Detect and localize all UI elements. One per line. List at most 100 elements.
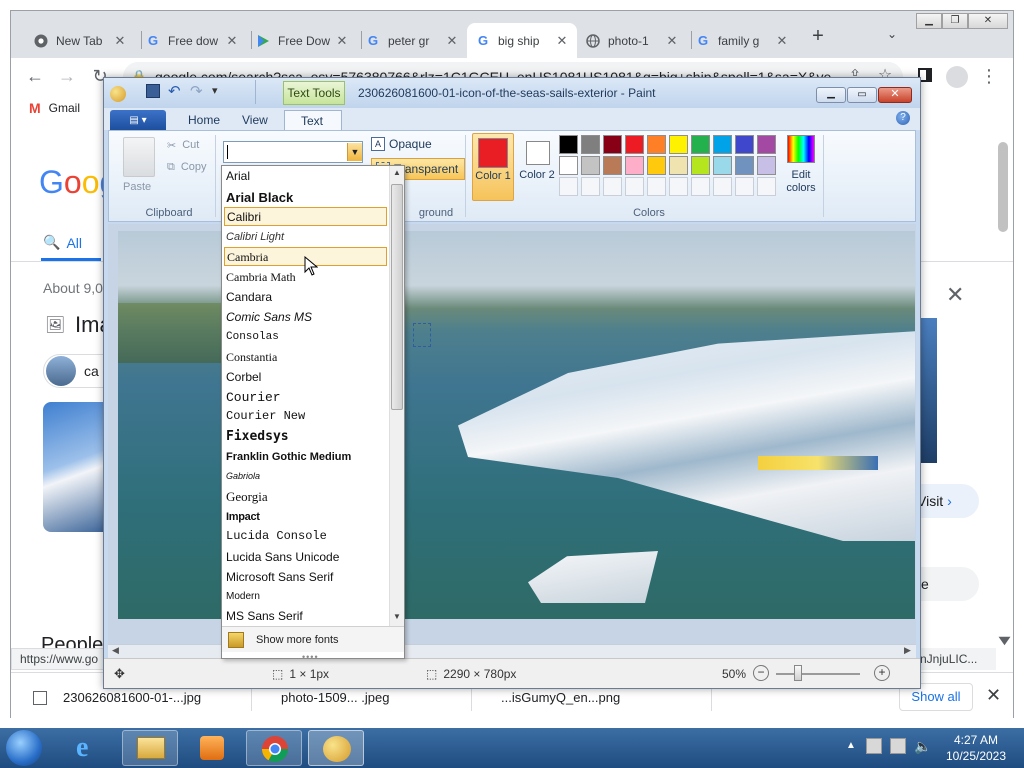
- close-window-button[interactable]: ✕: [878, 87, 912, 103]
- network-icon[interactable]: [890, 738, 906, 754]
- palette-swatch[interactable]: [647, 135, 666, 154]
- tab-peter-griffin[interactable]: G peter gr ✕: [357, 23, 467, 58]
- paint-taskbar-icon[interactable]: [308, 730, 364, 766]
- font-option[interactable]: Franklin Gothic Medium: [224, 448, 387, 467]
- edit-colors-button[interactable]: Edit colors: [781, 133, 821, 201]
- palette-swatch[interactable]: [691, 135, 710, 154]
- chevron-down-icon[interactable]: ▼: [347, 143, 362, 161]
- chevron-down-icon[interactable]: ⌄: [887, 27, 903, 43]
- page-scrollbar[interactable]: [998, 142, 1008, 232]
- close-icon[interactable]: ✕: [555, 33, 569, 49]
- forward-arrow-icon[interactable]: →: [55, 64, 79, 88]
- font-option[interactable]: Arial Black: [224, 188, 387, 207]
- media-player-icon[interactable]: [184, 730, 240, 766]
- tab-text[interactable]: Text: [284, 110, 342, 130]
- font-option[interactable]: Comic Sans MS: [224, 308, 387, 327]
- scroll-up-icon[interactable]: ▲: [393, 168, 401, 177]
- font-option[interactable]: Modern: [224, 587, 387, 606]
- font-option[interactable]: Consolas: [224, 328, 387, 347]
- tab-photo[interactable]: photo-1 ✕: [577, 23, 687, 58]
- close-icon[interactable]: ✕: [665, 33, 679, 49]
- palette-swatch[interactable]: [757, 177, 776, 196]
- save-icon[interactable]: [146, 84, 160, 98]
- font-option[interactable]: Gabriola: [224, 467, 387, 486]
- close-icon[interactable]: ✕: [445, 33, 459, 49]
- font-option[interactable]: Fixedsys: [224, 427, 387, 446]
- download-item[interactable]: photo-1509... .jpeg: [281, 690, 451, 705]
- file-explorer-icon[interactable]: [122, 730, 178, 766]
- download-item[interactable]: 230626081600-01-...jpg: [63, 690, 233, 705]
- minimize-button[interactable]: ▁: [816, 87, 846, 103]
- scroll-right-icon[interactable]: ▶: [904, 645, 911, 656]
- font-option[interactable]: Courier New: [224, 407, 387, 426]
- font-option[interactable]: Lucida Sans Unicode: [224, 548, 387, 567]
- palette-swatch[interactable]: [559, 135, 578, 154]
- zoom-slider-thumb[interactable]: [794, 665, 802, 681]
- paint-icon[interactable]: [110, 86, 126, 102]
- zoom-in-button[interactable]: +: [874, 665, 890, 681]
- font-option[interactable]: Arial: [224, 167, 387, 186]
- palette-swatch[interactable]: [581, 156, 600, 175]
- font-option[interactable]: Courier: [224, 388, 387, 407]
- palette-swatch[interactable]: [647, 156, 666, 175]
- scroll-left-icon[interactable]: ◀: [112, 645, 119, 656]
- palette-swatch[interactable]: [757, 135, 776, 154]
- zoom-out-button[interactable]: −: [753, 665, 769, 681]
- palette-swatch[interactable]: [625, 135, 644, 154]
- palette-swatch[interactable]: [625, 156, 644, 175]
- palette-swatch[interactable]: [669, 156, 688, 175]
- tab-big-ship[interactable]: G big ship ✕: [467, 23, 577, 58]
- close-icon[interactable]: ✕: [946, 282, 964, 308]
- palette-swatch[interactable]: [757, 156, 776, 175]
- download-item[interactable]: ...isGumyQ_en...png: [501, 690, 671, 705]
- font-name-input[interactable]: ▼: [223, 141, 363, 163]
- tab-new-tab[interactable]: New Tab ✕: [25, 23, 135, 58]
- minimize-button[interactable]: ▁: [916, 13, 942, 29]
- palette-swatch[interactable]: [603, 177, 622, 196]
- font-option[interactable]: Georgia: [224, 487, 387, 506]
- paint-menu-button[interactable]: ▤ ▾: [110, 110, 166, 130]
- palette-swatch[interactable]: [669, 177, 688, 196]
- tab-family-guy[interactable]: G family g ✕: [687, 23, 797, 58]
- cut-button[interactable]: ✂ Cut: [167, 139, 199, 152]
- tab-view[interactable]: View: [226, 110, 284, 130]
- palette-swatch[interactable]: [713, 156, 732, 175]
- palette-swatch[interactable]: [735, 135, 754, 154]
- font-option[interactable]: Lucida Console: [224, 527, 387, 546]
- font-option[interactable]: Impact: [224, 508, 387, 527]
- close-window-button[interactable]: ✕: [968, 13, 1008, 29]
- palette-swatch[interactable]: [559, 177, 578, 196]
- font-option[interactable]: Microsoft Sans Serif: [224, 568, 387, 587]
- close-icon[interactable]: ✕: [775, 33, 789, 49]
- opaque-button[interactable]: A Opaque: [371, 137, 432, 151]
- palette-swatch[interactable]: [581, 177, 600, 196]
- scrollbar-thumb[interactable]: [391, 184, 403, 410]
- font-option[interactable]: Calibri: [224, 207, 387, 226]
- palette-swatch[interactable]: [691, 156, 710, 175]
- copy-button[interactable]: ⧉ Copy: [167, 161, 207, 174]
- scroll-down-arrow[interactable]: [998, 636, 1011, 646]
- tab-free-download-2[interactable]: Free Dow ✕: [247, 23, 357, 58]
- font-option[interactable]: MS Sans Serif: [224, 607, 387, 626]
- close-icon[interactable]: ✕: [113, 33, 127, 49]
- chrome-taskbar-icon[interactable]: [246, 730, 302, 766]
- palette-swatch[interactable]: [603, 135, 622, 154]
- palette-swatch[interactable]: [581, 135, 600, 154]
- font-option[interactable]: Constantia: [224, 348, 387, 367]
- show-hidden-icons[interactable]: ▲: [846, 740, 856, 751]
- scroll-down-icon[interactable]: ▼: [393, 612, 401, 621]
- tab-free-download-1[interactable]: G Free dow ✕: [137, 23, 247, 58]
- new-tab-button[interactable]: +: [806, 25, 830, 49]
- canvas-resize-edge[interactable]: [907, 220, 916, 644]
- palette-swatch[interactable]: [647, 177, 666, 196]
- maximize-button[interactable]: ▭: [847, 87, 877, 103]
- internet-explorer-icon[interactable]: e: [62, 730, 118, 766]
- close-icon[interactable]: ✕: [335, 33, 349, 49]
- menu-dots-icon[interactable]: ⋮: [977, 64, 1001, 88]
- palette-swatch[interactable]: [559, 156, 578, 175]
- show-more-fonts-button[interactable]: Show more fonts: [222, 626, 404, 652]
- font-option[interactable]: Corbel: [224, 368, 387, 387]
- volume-icon[interactable]: 🔈: [914, 738, 931, 755]
- palette-swatch[interactable]: [713, 135, 732, 154]
- font-list-scrollbar[interactable]: ▲ ▼: [389, 166, 404, 626]
